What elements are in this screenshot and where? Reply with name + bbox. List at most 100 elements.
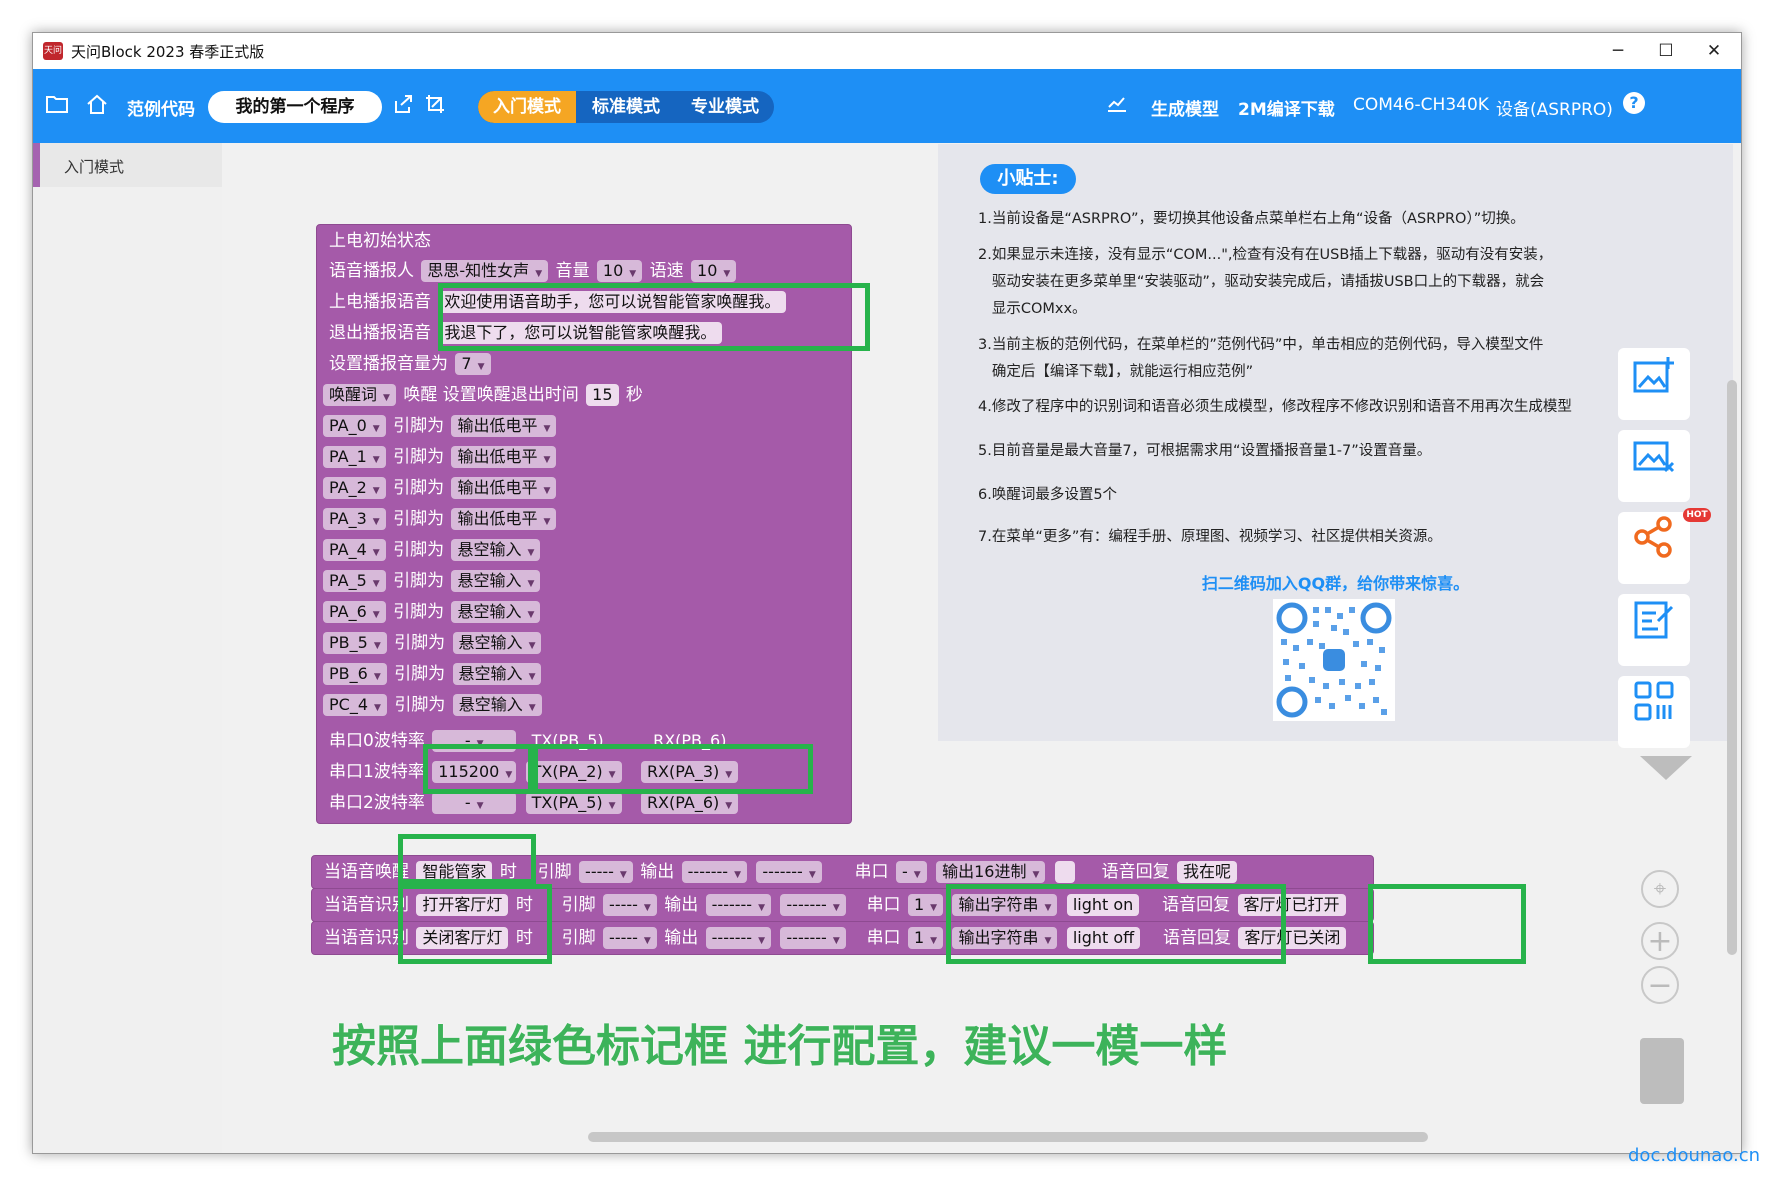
share-icon[interactable] (389, 93, 417, 121)
recognize-prefix: 当语音识别 (324, 928, 409, 948)
pin-mode-dropdown[interactable]: 悬空输入 ▼ (452, 694, 542, 716)
wake-label: 唤醒 (403, 385, 438, 405)
wake-timeout-input[interactable]: 15 (586, 384, 619, 406)
output-dropdown[interactable]: ------- ▼ (705, 894, 771, 916)
pin-mode-dropdown[interactable]: 输出低电平 ▼ (451, 415, 557, 437)
rx-dropdown[interactable]: RX(PA_6) ▼ (640, 792, 739, 814)
tips-title: 小贴士: (980, 164, 1076, 194)
pin-dropdown[interactable]: PC_4 ▼ (323, 694, 387, 716)
speed-dropdown[interactable]: 10 ▼ (691, 260, 737, 282)
wake-word-dropdown[interactable]: 唤醒词 ▼ (323, 384, 396, 406)
vertical-scrollbar[interactable] (1727, 380, 1737, 955)
serial-dropdown[interactable]: - ▼ (895, 861, 927, 883)
pin-dropdown[interactable]: PA_2 ▼ (323, 477, 386, 499)
speed-label: 语速 (649, 261, 684, 281)
scroll-down-arrow-icon[interactable] (1640, 756, 1692, 780)
pin-mode-dropdown[interactable]: 输出低电平 ▼ (451, 477, 557, 499)
sidebar-item-label: 入门模式 (64, 158, 125, 176)
highlight-baud-box (423, 744, 533, 794)
zoom-out-icon[interactable]: − (1641, 966, 1679, 1004)
highlight-reply-box (1368, 884, 1526, 964)
port-selector[interactable]: COM46-CH340K (1353, 95, 1489, 115)
close-button[interactable]: ✕ (1691, 37, 1737, 65)
edit-note-icon[interactable] (1618, 594, 1690, 666)
pin-dropdown[interactable]: PA_3 ▼ (323, 508, 386, 530)
pin-dropdown[interactable]: ----- ▼ (603, 927, 657, 949)
title-bar: 天问 天问Block 2023 春季正式版 ─ ☐ ✕ (33, 33, 1741, 69)
remove-image-icon[interactable] (1618, 430, 1690, 502)
pin-row: PC_4 ▼ 引脚为 悬空输入 ▼ (321, 691, 544, 719)
crop-icon[interactable] (421, 93, 449, 121)
pin-dropdown[interactable]: PA_0 ▼ (323, 415, 386, 437)
qr-scan-icon[interactable] (1618, 676, 1690, 748)
output-label: 输出 (664, 895, 699, 915)
pin-dropdown[interactable]: ----- ▼ (579, 861, 633, 883)
serial-dropdown[interactable]: 1 ▼ (907, 894, 944, 916)
voice-label: 语音播报人 (329, 261, 414, 281)
serial-dropdown[interactable]: 1 ▼ (907, 927, 944, 949)
pin-dropdown[interactable]: PB_5 ▼ (323, 632, 387, 654)
maximize-button[interactable]: ☐ (1643, 37, 1689, 65)
program-name-field[interactable]: 我的第一个程序 (208, 91, 382, 123)
folder-icon[interactable] (43, 93, 71, 121)
output-dropdown[interactable]: ------- ▼ (705, 927, 771, 949)
pin-mode-dropdown[interactable]: 悬空输入 ▼ (451, 539, 541, 561)
compile-download-button[interactable]: 2M编译下载 (1238, 95, 1335, 120)
set-volume-dropdown[interactable]: 7 ▼ (455, 353, 491, 375)
generate-model-button[interactable]: 生成模型 (1151, 95, 1219, 120)
sidebar-item-beginner[interactable]: 入门模式 (33, 143, 222, 187)
share-network-icon[interactable] (1618, 512, 1690, 584)
output-level-dropdown[interactable]: ------- ▼ (756, 861, 822, 883)
baud-dropdown[interactable]: - ▼ (432, 792, 517, 814)
main-toolbar: 范例代码 我的第一个程序 入门模式 标准模式 专业模式 生成模型 2M编译下载 … (33, 69, 1741, 143)
pin-dropdown[interactable]: PA_1 ▼ (323, 446, 386, 468)
add-image-icon[interactable] (1618, 348, 1690, 420)
mode-standard-tab[interactable]: 标准模式 (576, 91, 676, 123)
voice-dropdown[interactable]: 思思-知性女声 ▼ (421, 260, 549, 282)
pin-dropdown[interactable]: PB_6 ▼ (323, 663, 387, 685)
tip-line: 7.在菜单“更多”有：编程手册、原理图、视频学习、社区提供相关资源。 (978, 529, 1442, 545)
volume-dropdown[interactable]: 10 ▼ (596, 260, 643, 282)
center-target-icon[interactable]: ⌖ (1641, 870, 1679, 908)
horizontal-scrollbar[interactable] (588, 1132, 1428, 1142)
qq-group-link[interactable]: 扫二维码加入QQ群，给你带来惊喜。 (938, 570, 1733, 594)
highlight-speech-box (438, 283, 870, 351)
zoom-in-icon[interactable]: + (1641, 922, 1679, 960)
home-icon[interactable] (83, 93, 111, 121)
pin-dropdown[interactable]: ----- ▼ (603, 894, 657, 916)
pin-mode-dropdown[interactable]: 悬空输入 ▼ (452, 663, 542, 685)
mode-pro-tab[interactable]: 专业模式 (676, 91, 774, 123)
trash-icon[interactable] (1640, 1038, 1684, 1104)
tip-line: 确定后【编译下载】，就能运行相应范例” (978, 364, 1254, 380)
highlight-wake-word-box (398, 834, 536, 884)
serial-data-input[interactable] (1054, 861, 1075, 883)
pin-dropdown[interactable]: PA_4 ▼ (323, 539, 386, 561)
minimize-button[interactable]: ─ (1595, 37, 1641, 65)
output-dropdown[interactable]: ------- ▼ (681, 861, 747, 883)
pin-mode-dropdown[interactable]: 悬空输入 ▼ (451, 601, 541, 623)
pin-label: 引脚为 (393, 602, 445, 622)
examples-button[interactable]: 范例代码 (127, 95, 195, 120)
pin-row: PA_1 ▼ 引脚为 输出低电平 ▼ (321, 443, 558, 471)
output-level-dropdown[interactable]: ------- ▼ (780, 927, 846, 949)
pin-dropdown[interactable]: PA_6 ▼ (323, 601, 386, 623)
reply-input[interactable]: 我在呢 (1177, 861, 1238, 883)
pin-label: 引脚为 (393, 509, 445, 529)
pin-dropdown[interactable]: PA_5 ▼ (323, 570, 386, 592)
output-level-dropdown[interactable]: ------- ▼ (780, 894, 846, 916)
pin-mode-dropdown[interactable]: 输出低电平 ▼ (451, 446, 557, 468)
tip-line: 3.当前主板的范例代码，在菜单栏的”范例代码”中，单击相应的范例代码，导入模型文… (978, 337, 1544, 353)
serial-monitor-icon[interactable] (1103, 93, 1131, 121)
tip-line: 6.唤醒词最多设置5个 (978, 487, 1118, 503)
tx-dropdown[interactable]: TX(PA_5) ▼ (525, 792, 622, 814)
qr-code (1273, 599, 1395, 721)
pin-mode-dropdown[interactable]: 输出低电平 ▼ (451, 508, 557, 530)
pin-row: PA_5 ▼ 引脚为 悬空输入 ▼ (321, 567, 542, 595)
format-dropdown[interactable]: 输出16进制 ▼ (936, 861, 1046, 883)
pin-mode-dropdown[interactable]: 悬空输入 ▼ (452, 632, 542, 654)
device-selector[interactable]: 设备(ASRPRO) (1496, 95, 1613, 120)
pin-mode-dropdown[interactable]: 悬空输入 ▼ (451, 570, 541, 592)
mode-switcher: 入门模式 标准模式 专业模式 (478, 91, 774, 123)
help-icon[interactable]: ? (1623, 92, 1645, 114)
mode-beginner-tab[interactable]: 入门模式 (478, 91, 576, 123)
